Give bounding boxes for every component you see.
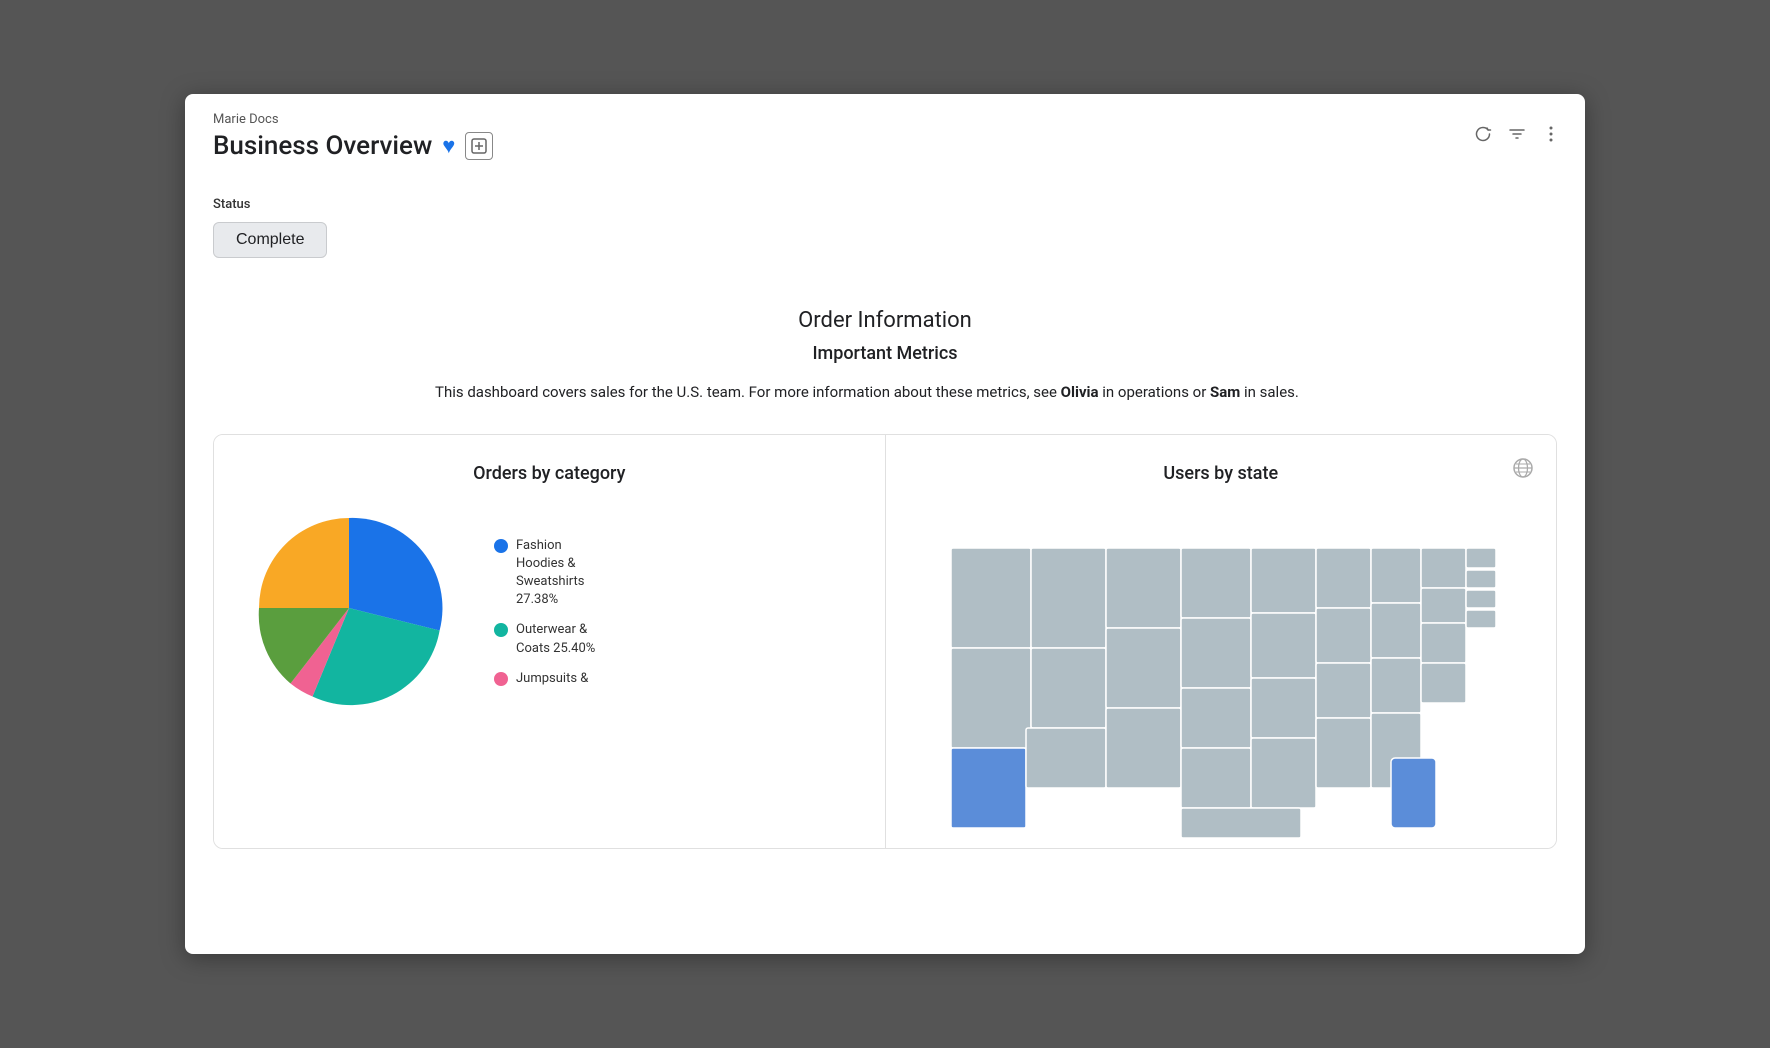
legend-text-3: Jumpsuits & — [516, 670, 588, 688]
page-title: Business Overview — [213, 131, 432, 161]
us-map — [931, 508, 1511, 848]
more-options-button[interactable] — [1541, 124, 1561, 144]
legend-item-3: Jumpsuits & — [494, 670, 595, 688]
order-info-title: Order Information — [213, 308, 1557, 333]
header-actions — [1473, 124, 1561, 144]
description-prefix: This dashboard covers sales for the U.S.… — [435, 383, 1061, 401]
legend-item-1: FashionHoodies &Sweatshirts27.38% — [494, 537, 595, 610]
description-text: This dashboard covers sales for the U.S.… — [435, 380, 1335, 404]
legend-text-1: FashionHoodies &Sweatshirts27.38% — [516, 537, 584, 610]
contact2: Sam — [1210, 383, 1240, 401]
globe-icon[interactable] — [1512, 457, 1534, 484]
title-row: Business Overview ♥ — [213, 131, 1557, 161]
legend-dot-1 — [494, 539, 508, 553]
description-mid: in operations or — [1099, 383, 1210, 401]
header: Marie Docs Business Overview ♥ — [185, 94, 1585, 173]
contact1: Olivia — [1061, 383, 1099, 401]
status-label: Status — [213, 197, 1557, 212]
map-area — [906, 508, 1537, 848]
legend-item-2: Outerwear &Coats 25.40% — [494, 621, 595, 657]
pie-area: FashionHoodies &Sweatshirts27.38% Outerw… — [234, 508, 865, 708]
legend-dot-2 — [494, 623, 508, 637]
refresh-button[interactable] — [1473, 124, 1493, 144]
add-page-icon[interactable] — [465, 132, 493, 160]
orders-by-category-card: Orders by category — [214, 435, 886, 848]
legend-text-2: Outerwear &Coats 25.40% — [516, 621, 595, 657]
breadcrumb: Marie Docs — [213, 112, 1557, 127]
order-info-section: Order Information Important Metrics This… — [213, 308, 1557, 404]
users-by-state-card: Users by state — [886, 435, 1557, 848]
users-by-state-title: Users by state — [906, 463, 1537, 484]
description-suffix: in sales. — [1240, 383, 1299, 401]
main-window: Marie Docs Business Overview ♥ — [185, 94, 1585, 954]
filter-button[interactable] — [1507, 124, 1527, 144]
charts-row: Orders by category — [213, 434, 1557, 849]
pie-chart — [234, 508, 464, 708]
heart-icon[interactable]: ♥ — [442, 133, 455, 159]
status-badge[interactable]: Complete — [213, 222, 327, 258]
legend-dot-3 — [494, 672, 508, 686]
orders-by-category-title: Orders by category — [234, 463, 865, 484]
content-area: Status Complete Order Information Import… — [185, 173, 1585, 873]
pie-legend: FashionHoodies &Sweatshirts27.38% Outerw… — [494, 537, 595, 708]
important-metrics-title: Important Metrics — [213, 343, 1557, 364]
